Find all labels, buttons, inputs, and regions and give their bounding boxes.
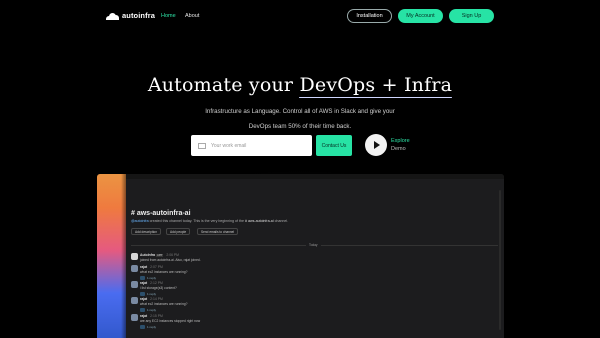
message-author-name: AutoInfra	[140, 253, 156, 257]
reply-count: 1 reply	[147, 307, 157, 312]
avatar	[131, 314, 138, 321]
preview-scrollbar	[499, 190, 501, 330]
message-time: 2:07 PM	[150, 265, 163, 269]
send-emails-button: Send emails to channel	[197, 228, 239, 235]
avatar	[131, 265, 138, 272]
nav-link-home[interactable]: Home	[161, 13, 176, 19]
reply-avatar-icon	[140, 291, 145, 296]
message-time: 2:06 PM	[166, 253, 180, 257]
avatar	[131, 281, 138, 288]
reply-avatar-icon	[140, 324, 145, 329]
message-text: what ec2 instances are running?	[140, 270, 188, 274]
mail-icon	[198, 142, 206, 149]
reply-indicator: 1 reply	[140, 324, 156, 329]
message-author: rajat 2:14 PM	[140, 297, 163, 301]
reply-avatar-icon	[140, 307, 145, 312]
navbar: autoinfra Home About Installation My Acc…	[0, 0, 600, 34]
channel-description: @autoinfra created this channel today. T…	[131, 219, 288, 223]
avatar	[131, 253, 138, 260]
message-author-name: rajat	[140, 281, 148, 285]
message-time: 2:12 PM	[150, 281, 163, 285]
add-description-label: Add description	[135, 229, 157, 234]
reply-count: 1 reply	[147, 324, 157, 329]
send-emails-label: Send emails to channel	[201, 229, 235, 234]
message-author: rajat 2:15 PM	[140, 314, 163, 318]
channel-desc-end: channel.	[273, 219, 289, 223]
message-text: are any EC2 instances stopped right now	[140, 319, 201, 323]
reply-count: 1 reply	[147, 291, 157, 296]
explore-label: Explore	[391, 138, 410, 144]
hero-subtitle-line1: Infrastructure as Language. Control all …	[205, 108, 395, 115]
reply-indicator: 1 reply	[140, 307, 156, 312]
email-placeholder: Your work email	[211, 142, 247, 149]
contact-us-button[interactable]: Contact Us	[316, 135, 352, 156]
my-account-button[interactable]: My Account	[398, 9, 443, 23]
preview-topbar	[126, 174, 504, 179]
hero-title-highlight: DevOps + Infra	[299, 74, 453, 98]
message-text: i list storage(s3) content?	[140, 286, 177, 290]
email-input[interactable]: Your work email	[191, 135, 312, 156]
avatar	[131, 297, 138, 304]
message-author: AutoInfra APP 2:06 PM	[140, 253, 179, 257]
play-icon[interactable]	[365, 134, 387, 156]
message-author: rajat 2:12 PM	[140, 281, 163, 285]
add-people-button: Add people	[166, 228, 191, 235]
nav-link-about[interactable]: About	[185, 13, 199, 19]
message-author-name: rajat	[140, 265, 148, 269]
reply-count: 1 reply	[147, 275, 157, 280]
message-time: 2:14 PM	[150, 297, 163, 301]
hero-title: Automate your DevOps + Infra	[0, 74, 600, 98]
app-badge: APP	[156, 254, 164, 257]
brand-name: autoinfra	[122, 11, 155, 20]
channel-desc-channel: # aws-autoinfra-ai	[245, 219, 274, 223]
channel-desc-text: created this channel today. This is the …	[148, 219, 245, 223]
sign-up-button[interactable]: Sign Up	[449, 9, 494, 23]
message-time: 2:15 PM	[150, 314, 163, 318]
reply-indicator: 1 reply	[140, 291, 156, 296]
add-description-button: Add description	[131, 228, 161, 235]
message-author-name: rajat	[140, 297, 148, 301]
preview-sidebar	[97, 174, 126, 338]
brand-logo[interactable]: autoinfra	[106, 11, 155, 20]
message-author-name: rajat	[140, 314, 148, 318]
message-text: what ec2 instances are running?	[140, 302, 188, 306]
reply-avatar-icon	[140, 275, 145, 280]
date-divider-label: Today	[306, 243, 321, 247]
reply-indicator: 1 reply	[140, 275, 156, 280]
cloud-logo-icon	[106, 12, 119, 20]
hero-title-prefix: Automate your	[147, 74, 294, 96]
hero-subtitle-line2: DevOps team 50% of their time back.	[248, 123, 352, 130]
message-author: rajat 2:07 PM	[140, 265, 163, 269]
message-text: joined from autoinfra-ai. Also, rajat jo…	[140, 258, 201, 262]
add-people-label: Add people	[170, 229, 187, 234]
channel-creator: @autoinfra	[131, 219, 149, 223]
installation-button[interactable]: Installation	[347, 9, 392, 23]
explore-demo-link[interactable]: Explore Demo	[391, 138, 410, 153]
channel-name: # aws-autoinfra-ai	[131, 210, 191, 217]
hero-subtitle: Infrastructure as Language. Control all …	[0, 104, 600, 134]
demo-label: Demo	[391, 145, 406, 152]
